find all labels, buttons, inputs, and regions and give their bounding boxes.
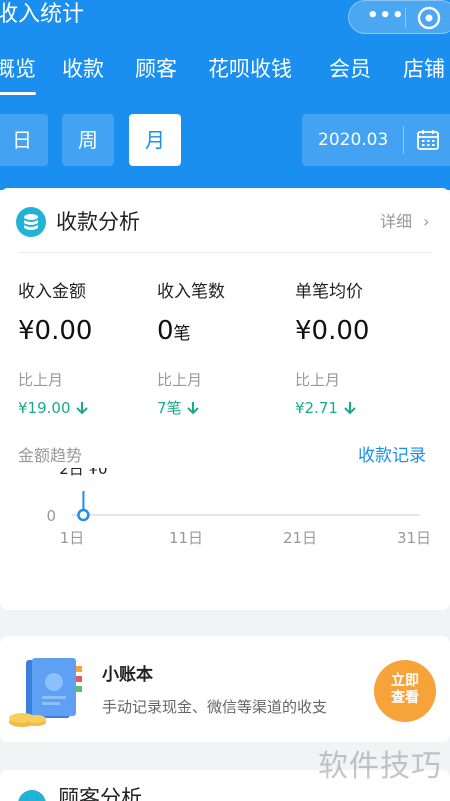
ledger-title: 小账本: [102, 665, 153, 685]
data-point: [77, 508, 90, 522]
x-tick-label: 11日: [169, 529, 203, 547]
period-day-button[interactable]: 日: [0, 114, 48, 166]
date-divider: [403, 126, 404, 154]
close-target-icon[interactable]: [415, 4, 443, 32]
tooltip-label: 2日 ¥0: [59, 468, 107, 478]
trend-title: 金额趋势: [18, 446, 83, 465]
tab-shop[interactable]: 店铺: [403, 56, 445, 82]
records-link[interactable]: 收款记录: [358, 443, 426, 469]
date-value: 2020.03: [318, 130, 389, 150]
collection-analysis-card: 收款分析 详细 › 收入金额 ¥0.00 比上月 ¥19.00 收入笔数 0笔 …: [0, 188, 450, 610]
period-week-button[interactable]: 周: [62, 114, 114, 166]
detail-link[interactable]: 详细 ›: [380, 208, 430, 236]
calendar-icon[interactable]: [416, 128, 440, 152]
metric-label: 单笔均价: [295, 282, 363, 302]
metric-compare-value: 7笔: [157, 397, 287, 419]
chevron-right-icon: ›: [423, 212, 430, 231]
period-month-button[interactable]: 月: [129, 114, 181, 166]
detail-link-label: 详细: [380, 212, 413, 231]
metric-value: ¥0.00: [18, 316, 93, 346]
header-bar: 收入统计 ••• 概览 收款 顾客 花呗收钱 会员 店铺 日 周 月 2020.…: [0, 0, 450, 190]
tab-collection[interactable]: 收款: [62, 56, 104, 82]
watermark-text: 软件技巧: [318, 749, 442, 784]
section-title: 顾客分析: [58, 786, 142, 801]
tab-huabei[interactable]: 花呗收钱: [208, 56, 292, 82]
x-tick-label: 31日: [397, 529, 431, 547]
date-picker[interactable]: 2020.03: [302, 114, 450, 166]
metric-compare-value: ¥2.71: [295, 397, 425, 419]
mini-program-capsule: •••: [348, 0, 450, 34]
customer-icon: [18, 790, 46, 801]
more-dots-icon[interactable]: •••: [367, 7, 405, 25]
x-tick-label: 1日: [60, 529, 85, 547]
metric-amount: 收入金额 ¥0.00 比上月 ¥19.00: [18, 280, 148, 419]
tab-customers[interactable]: 顾客: [135, 56, 177, 82]
metric-label: 收入笔数: [157, 282, 225, 302]
cta-line: 立即: [391, 673, 419, 689]
metric-value: 0笔: [157, 316, 191, 346]
coin-stack-icon: [16, 207, 46, 237]
metric-label: 收入金额: [18, 282, 86, 302]
capsule-divider: [405, 8, 406, 28]
metric-count: 收入笔数 0笔 比上月 7笔: [157, 280, 287, 419]
metric-average: 单笔均价 ¥0.00 比上月 ¥2.71: [295, 280, 425, 419]
view-now-button[interactable]: 立即 查看: [374, 660, 436, 722]
metric-compare-value: ¥19.00: [18, 397, 148, 419]
arrow-down-icon: [344, 402, 356, 415]
tab-members[interactable]: 会员: [329, 56, 371, 82]
metric-compare-label: 比上月: [295, 371, 341, 389]
x-tick-label: 21日: [283, 529, 317, 547]
metric-compare-label: 比上月: [18, 371, 64, 389]
ledger-card[interactable]: 小账本 手动记录现金、微信等渠道的收支 立即 查看: [0, 636, 450, 742]
metric-value: ¥0.00: [295, 316, 370, 346]
active-tab-indicator: [0, 92, 36, 95]
metric-compare-label: 比上月: [157, 371, 203, 389]
cta-line: 查看: [391, 690, 419, 706]
section-title: 收款分析: [56, 210, 140, 234]
ledger-description: 手动记录现金、微信等渠道的收支: [102, 698, 328, 716]
page-title: 收入统计: [0, 2, 85, 27]
y-tick-label: 0: [46, 507, 56, 525]
divider: [18, 252, 432, 253]
arrow-down-icon: [76, 402, 88, 415]
ledger-book-icon: [9, 658, 82, 727]
amount-trend-chart: 01日 11日 21日 31日 2日 ¥0: [46, 468, 431, 547]
arrow-down-icon: [187, 402, 200, 415]
tab-overview[interactable]: 概览: [0, 56, 36, 82]
